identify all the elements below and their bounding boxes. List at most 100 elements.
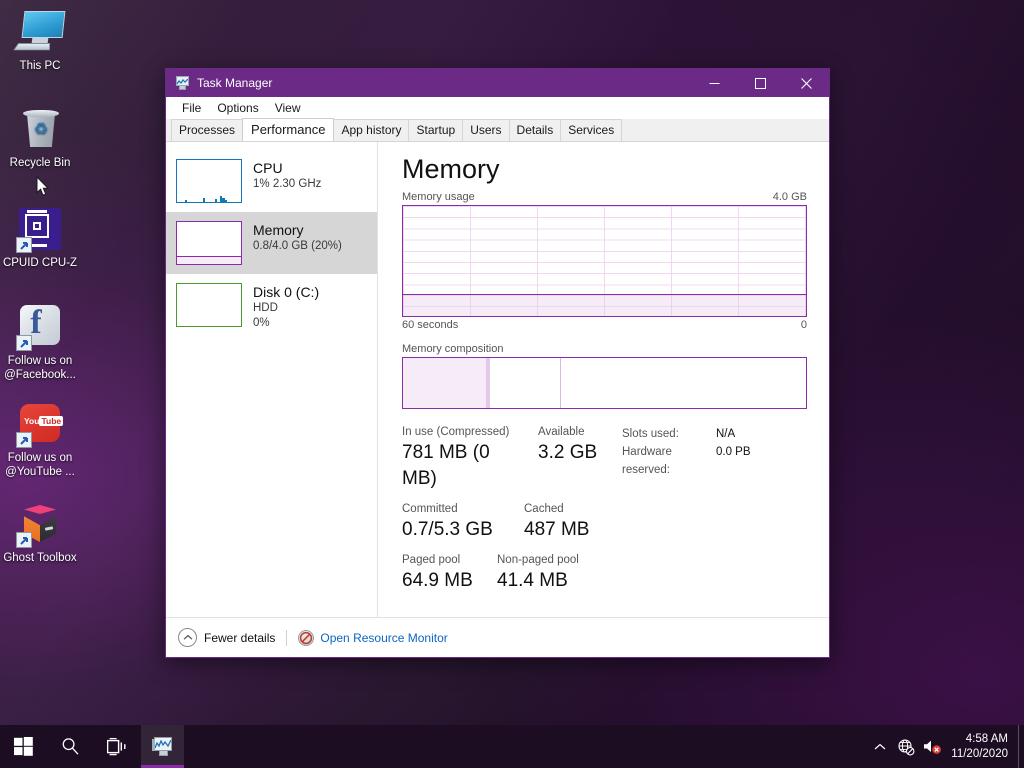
sidebar-item-cpu[interactable]: CPU 1% 2.30 GHz bbox=[166, 150, 377, 212]
memory-usage-graph-header: Memory usage 4.0 GB bbox=[402, 191, 807, 203]
volume-muted-icon bbox=[923, 740, 941, 754]
maximize-button[interactable] bbox=[737, 69, 783, 97]
desktop-icon-label: This PC bbox=[19, 60, 61, 72]
stat-value: 0.7/5.3 GB bbox=[402, 519, 493, 540]
stats-row-3: Paged pool 64.9 MB Non-paged pool 41.4 M… bbox=[402, 553, 807, 594]
close-button[interactable] bbox=[783, 69, 829, 97]
tab-processes[interactable]: Processes bbox=[171, 119, 244, 141]
open-resource-monitor-link[interactable]: Open Resource Monitor bbox=[298, 629, 448, 646]
task-view-icon bbox=[107, 737, 126, 755]
clock-date: 11/20/2020 bbox=[951, 747, 1008, 760]
taskbar-clock[interactable]: 4:58 AM 11/20/2020 bbox=[945, 725, 1018, 768]
stat-available: Available 3.2 GB bbox=[538, 425, 622, 492]
cpu-thumbnail-graph bbox=[176, 159, 242, 203]
composition-segment-in-use[interactable] bbox=[403, 358, 486, 408]
task-manager-window[interactable]: Task Manager File Options View Processes… bbox=[165, 68, 830, 658]
this-pc-icon bbox=[13, 8, 66, 56]
show-desktop-button[interactable] bbox=[1018, 725, 1024, 768]
slots-used-value: N/A bbox=[716, 428, 736, 440]
composition-segment-standby[interactable] bbox=[490, 358, 561, 408]
footer-divider bbox=[286, 629, 288, 646]
composition-segment-free[interactable] bbox=[560, 358, 806, 408]
minimize-icon bbox=[709, 82, 719, 84]
window-titlebar[interactable]: Task Manager bbox=[166, 69, 829, 97]
fewer-details-button[interactable]: Fewer details bbox=[178, 628, 275, 647]
desktop-icon-youtube[interactable]: You Tube Follow us on @YouTube ... bbox=[0, 400, 80, 479]
minimize-button[interactable] bbox=[691, 69, 737, 97]
performance-sidebar[interactable]: CPU 1% 2.30 GHz Memory 0.8/4.0 GB (20%) … bbox=[166, 142, 378, 617]
memory-usage-graph-footer: 60 seconds 0 bbox=[402, 319, 807, 331]
sidebar-item-memory[interactable]: Memory 0.8/4.0 GB (20%) bbox=[166, 212, 377, 274]
menu-bar[interactable]: File Options View bbox=[166, 97, 829, 119]
memory-composition-bar[interactable] bbox=[402, 357, 807, 409]
desktop-icon-cpu-z[interactable]: CPUID CPU-Z bbox=[0, 205, 80, 271]
tab-strip[interactable]: Processes Performance App history Startu… bbox=[166, 118, 829, 142]
slots-used-row: Slots used: N/A bbox=[622, 425, 751, 443]
menu-view[interactable]: View bbox=[267, 99, 309, 117]
windows-start-icon bbox=[14, 737, 33, 756]
tab-performance[interactable]: Performance bbox=[242, 118, 335, 141]
graph-label: Memory usage bbox=[402, 191, 475, 203]
resource-monitor-label: Open Resource Monitor bbox=[320, 630, 448, 645]
stat-value: 41.4 MB bbox=[497, 570, 568, 591]
desktop-icon-ghost-toolbox[interactable]: Ghost Toolbox bbox=[0, 500, 80, 566]
graph-time-label: 60 seconds bbox=[402, 319, 459, 331]
youtube-icon: You Tube bbox=[16, 400, 64, 448]
tab-users[interactable]: Users bbox=[462, 119, 510, 141]
tab-services[interactable]: Services bbox=[560, 119, 623, 141]
start-button[interactable] bbox=[0, 725, 47, 768]
tab-startup[interactable]: Startup bbox=[408, 119, 464, 141]
memory-usage-area bbox=[403, 294, 806, 316]
memory-usage-graph[interactable] bbox=[402, 205, 807, 317]
desktop-icon-label: Follow us on @YouTube ... bbox=[5, 452, 75, 478]
shortcut-overlay-icon bbox=[16, 237, 32, 253]
chevron-up-icon bbox=[178, 628, 197, 647]
ghost-toolbox-icon bbox=[16, 500, 64, 548]
graph-max-label: 4.0 GB bbox=[772, 191, 807, 203]
facebook-icon: f bbox=[16, 303, 64, 351]
stat-label: Committed bbox=[402, 503, 458, 515]
taskbar[interactable]: 4:58 AM 11/20/2020 bbox=[0, 725, 1024, 768]
performance-detail-panel: Memory Memory usage 4.0 GB 60 seconds 0 … bbox=[378, 142, 829, 617]
menu-file[interactable]: File bbox=[174, 99, 209, 117]
stat-value: 3.2 GB bbox=[538, 442, 598, 463]
desktop-icon-this-pc[interactable]: This PC bbox=[0, 8, 80, 74]
recycle-bin-icon: ♻ bbox=[16, 105, 64, 153]
desktop-icon-facebook[interactable]: f Follow us on @Facebook... bbox=[0, 303, 80, 382]
shortcut-overlay-icon bbox=[16, 532, 32, 548]
network-no-internet-icon bbox=[898, 738, 915, 755]
shortcut-overlay-icon bbox=[16, 432, 32, 448]
desktop-icon-recycle-bin[interactable]: ♻ Recycle Bin bbox=[0, 105, 80, 171]
task-manager-taskbar-icon bbox=[151, 736, 174, 758]
taskbar-task-manager[interactable] bbox=[141, 725, 184, 768]
stat-non-paged-pool: Non-paged pool 41.4 MB bbox=[497, 553, 579, 594]
volume-button[interactable] bbox=[919, 725, 945, 768]
desktop-icon-label: CPUID CPU-Z bbox=[2, 257, 78, 269]
network-status-button[interactable] bbox=[893, 725, 919, 768]
system-tray[interactable]: 4:58 AM 11/20/2020 bbox=[867, 725, 1024, 768]
search-button[interactable] bbox=[47, 725, 94, 768]
stat-value: 487 MB bbox=[524, 519, 590, 540]
page-title: Memory bbox=[402, 154, 500, 184]
sidebar-item-disk-0[interactable]: Disk 0 (C:) HDD 0% bbox=[166, 274, 377, 340]
tab-details[interactable]: Details bbox=[508, 119, 562, 141]
slots-used-label: Slots used: bbox=[622, 428, 679, 440]
mouse-cursor bbox=[36, 175, 50, 202]
shortcut-overlay-icon bbox=[16, 335, 32, 351]
tab-app-history[interactable]: App history bbox=[333, 119, 410, 141]
fewer-details-label: Fewer details bbox=[204, 630, 276, 645]
tray-chevron-button[interactable] bbox=[867, 725, 893, 768]
menu-options[interactable]: Options bbox=[209, 99, 266, 117]
memory-statistics: In use (Compressed) 781 MB (0 MB) Availa… bbox=[402, 425, 807, 594]
sidebar-item-title: Disk 0 (C:) bbox=[253, 284, 320, 300]
stat-label: Available bbox=[538, 426, 585, 438]
stat-label: Non-paged pool bbox=[497, 554, 579, 566]
hardware-reserved-value: 0.0 PB bbox=[716, 446, 751, 458]
cpu-z-icon bbox=[16, 205, 64, 253]
task-view-button[interactable] bbox=[94, 725, 141, 768]
clock-time: 4:58 AM bbox=[965, 732, 1008, 745]
chevron-up-icon bbox=[874, 743, 886, 749]
desktop-icon-label: Recycle Bin bbox=[9, 157, 71, 169]
window-footer: Fewer details Open Resource Monitor bbox=[166, 617, 829, 657]
close-icon bbox=[800, 77, 812, 89]
